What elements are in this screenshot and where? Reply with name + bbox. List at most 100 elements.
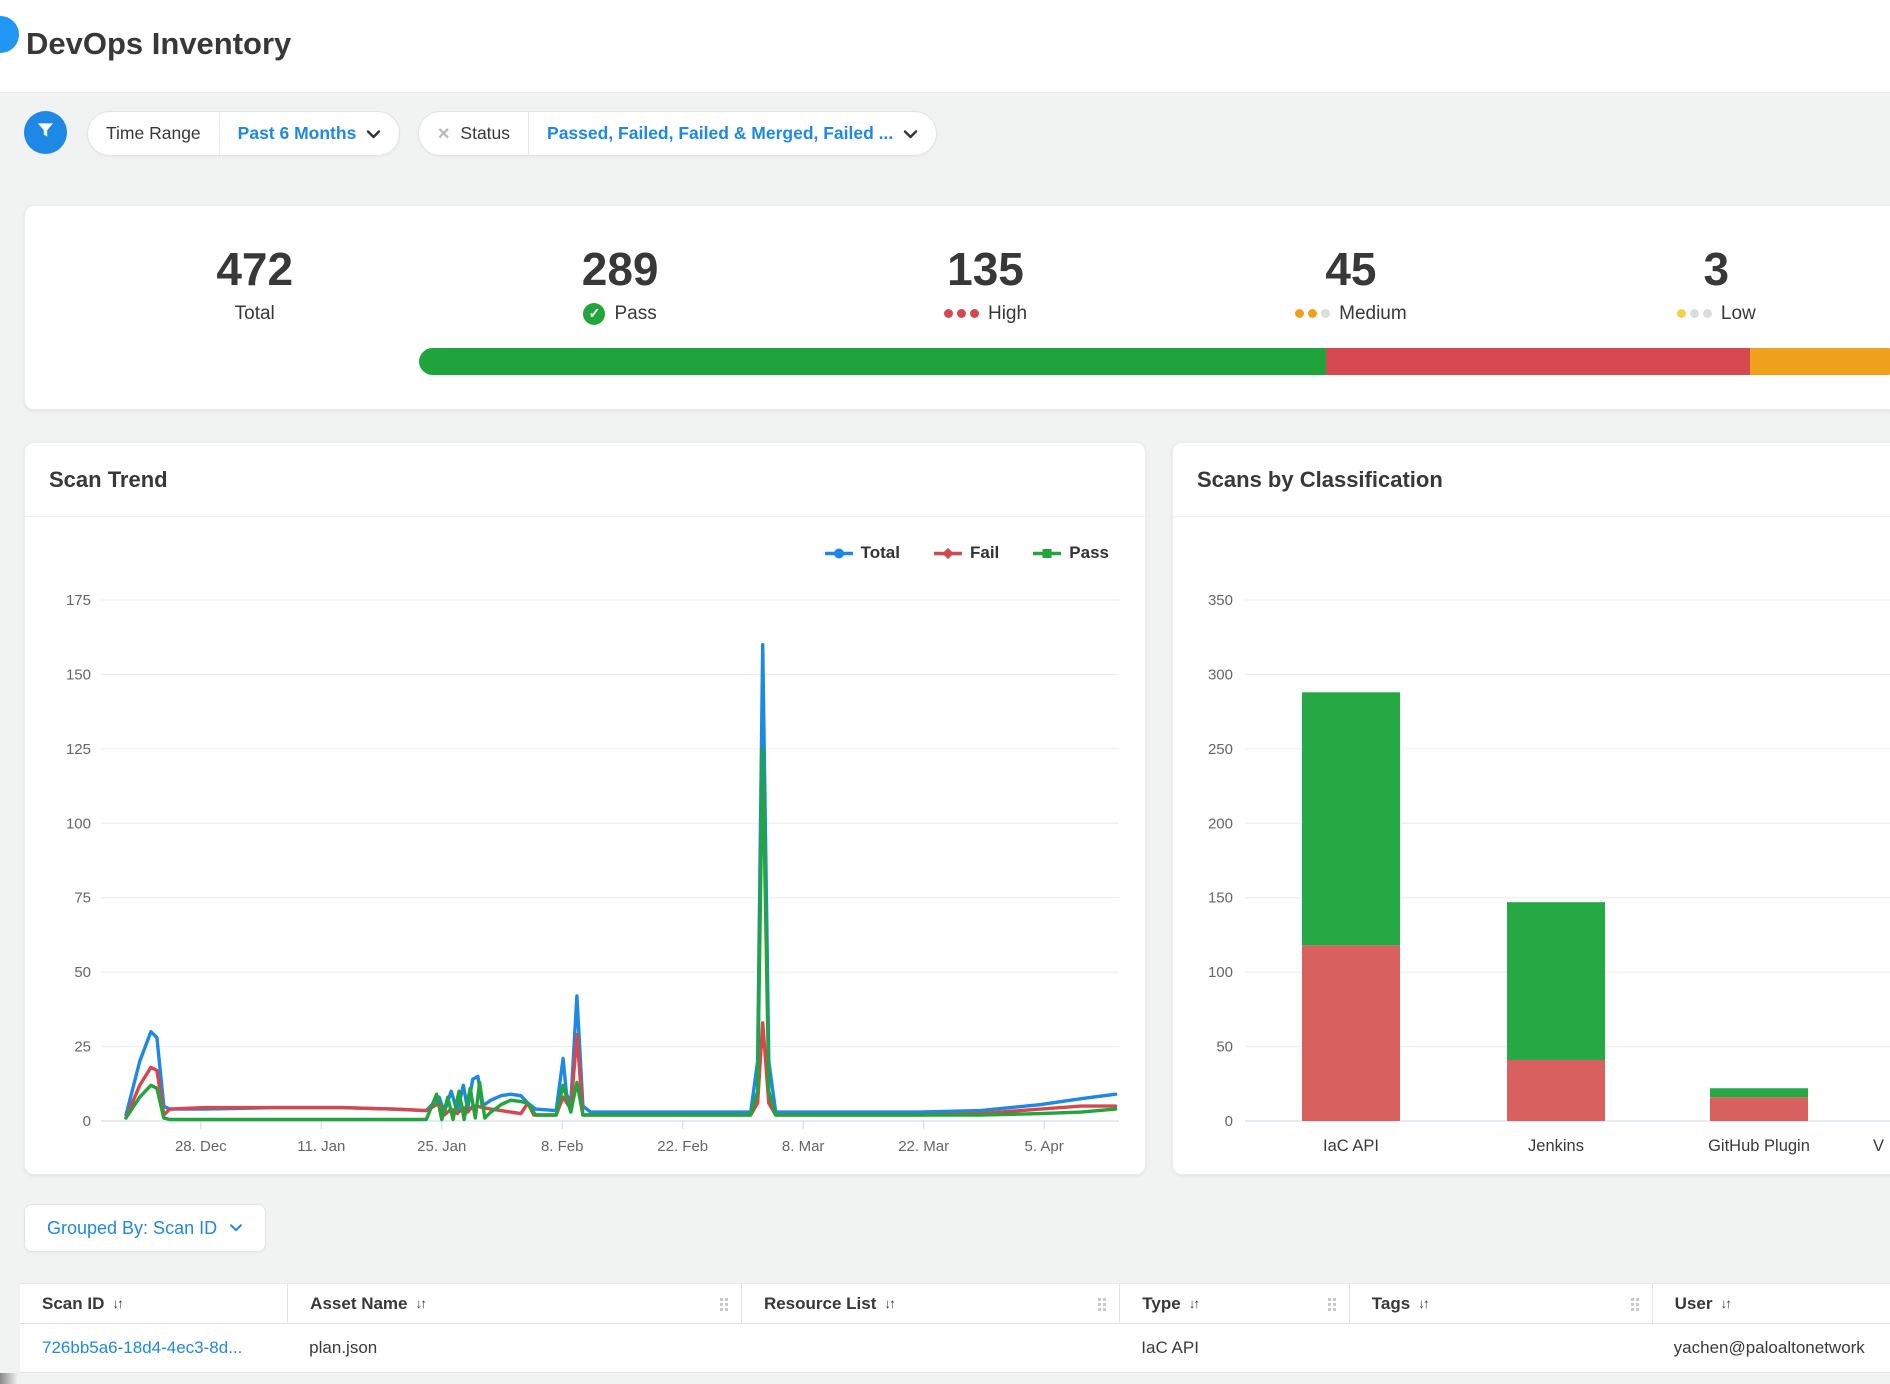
sort-icon[interactable]: ↓↑ <box>1189 1296 1199 1311</box>
medium-count: 45 <box>1325 244 1376 295</box>
filter-button[interactable] <box>24 111 67 154</box>
status-value-section[interactable]: Passed, Failed, Failed & Merged, Failed … <box>528 112 936 155</box>
column-label: Tags <box>1372 1294 1410 1314</box>
severity-dot <box>1321 309 1330 318</box>
svg-text:125: 125 <box>66 741 91 758</box>
column-header-tags[interactable]: Tags ↓↑ <box>1349 1284 1652 1323</box>
svg-text:22. Mar: 22. Mar <box>898 1138 949 1155</box>
asset-name-cell: plan.json <box>287 1324 741 1372</box>
bar-pass-IaC API[interactable] <box>1302 692 1400 945</box>
svg-text:50: 50 <box>1216 1039 1233 1056</box>
bar-segment-high <box>1326 348 1750 375</box>
severity-dot <box>957 309 966 318</box>
bar-fail-GitHub Plugin[interactable] <box>1710 1097 1808 1121</box>
column-header-resource-list[interactable]: Resource List ↓↑ <box>741 1284 1119 1323</box>
low-count: 3 <box>1704 244 1730 295</box>
status-label: Status <box>460 123 510 144</box>
column-label: User <box>1675 1294 1713 1314</box>
svg-text:Jenkins: Jenkins <box>1528 1137 1584 1155</box>
app-header: DevOps Inventory <box>0 0 1890 93</box>
clear-filter-icon[interactable]: ✕ <box>437 124 450 144</box>
scans-table: Scan ID↓↑Asset Name↓↑Resource List↓↑Type… <box>20 1283 1890 1373</box>
chevron-down-icon <box>229 1219 243 1237</box>
medium-label: Medium <box>1339 303 1407 325</box>
grouped-by-button[interactable]: Grouped By: Scan ID <box>24 1204 266 1252</box>
classification-card: Scans by Classification 0501001502002503… <box>1172 442 1890 1175</box>
severity-dots-low <box>1677 309 1712 318</box>
severity-dot <box>1690 309 1699 318</box>
svg-text:28. Dec: 28. Dec <box>175 1138 227 1155</box>
stat-pass: 289 ✓ Pass <box>437 244 802 325</box>
total-label: Total <box>235 303 275 325</box>
bar-fail-IaC API[interactable] <box>1302 945 1400 1121</box>
svg-text:V: V <box>1873 1137 1884 1155</box>
column-header-scan-id[interactable]: Scan ID ↓↑ <box>20 1284 287 1323</box>
time-range-filter[interactable]: Time Range Past 6 Months <box>87 111 400 156</box>
svg-text:8. Feb: 8. Feb <box>541 1138 584 1155</box>
classification-chart[interactable]: 050100150200250300350IaC APIJenkinsGitHu… <box>1173 443 1890 1176</box>
severity-dot <box>1308 309 1317 318</box>
table-row[interactable]: 726bb5a6-18d4-4ec3-8d...plan.json IaC API… <box>20 1324 1890 1373</box>
time-range-value-section[interactable]: Past 6 Months <box>219 112 400 155</box>
summary-card: 472 Total 289 ✓ Pass 135 High 45 Medium <box>24 205 1890 410</box>
column-label: Scan ID <box>42 1294 104 1314</box>
grouped-by-label: Grouped By: Scan ID <box>47 1218 217 1239</box>
bar-fail-Jenkins[interactable] <box>1507 1060 1605 1121</box>
svg-text:250: 250 <box>1208 741 1233 758</box>
svg-text:150: 150 <box>1208 890 1233 907</box>
bar-segment-pass <box>419 348 1326 375</box>
bar-pass-Jenkins[interactable] <box>1507 902 1605 1060</box>
column-header-type[interactable]: Type ↓↑ <box>1119 1284 1348 1323</box>
stat-medium: 45 Medium <box>1168 244 1533 325</box>
scan-trend-chart[interactable]: 025507510012515017528. Dec11. Jan25. Jan… <box>25 443 1147 1176</box>
check-circle-icon: ✓ <box>583 303 605 325</box>
time-range-label-section: Time Range <box>88 112 219 155</box>
sort-icon[interactable]: ↓↑ <box>112 1296 122 1311</box>
column-header-user[interactable]: User ↓↑ <box>1652 1284 1890 1323</box>
svg-text:22. Feb: 22. Feb <box>657 1138 708 1155</box>
series-total <box>126 645 1116 1115</box>
column-header-asset-name[interactable]: Asset Name ↓↑ <box>287 1284 741 1323</box>
svg-text:IaC API: IaC API <box>1323 1137 1379 1155</box>
svg-text:150: 150 <box>66 666 91 683</box>
sort-icon[interactable]: ↓↑ <box>884 1296 894 1311</box>
sort-icon[interactable]: ↓↑ <box>1418 1296 1428 1311</box>
severity-dot <box>1295 309 1304 318</box>
svg-text:200: 200 <box>1208 815 1233 832</box>
scan-id-link[interactable]: 726bb5a6-18d4-4ec3-8d... <box>20 1324 287 1372</box>
status-filter[interactable]: ✕ Status Passed, Failed, Failed & Merged… <box>418 111 937 156</box>
bar-pass-GitHub Plugin[interactable] <box>1710 1088 1808 1097</box>
user-cell: yachen@paloaltonetwork <box>1652 1324 1890 1372</box>
drag-handle-icon[interactable] <box>1328 1298 1331 1301</box>
total-count: 472 <box>216 244 293 295</box>
drag-handle-icon[interactable] <box>1631 1298 1634 1301</box>
svg-text:0: 0 <box>1225 1113 1233 1130</box>
sort-icon[interactable]: ↓↑ <box>1720 1296 1730 1311</box>
pass-label: Pass <box>614 303 656 325</box>
page-title: DevOps Inventory <box>26 26 291 62</box>
low-label: Low <box>1721 303 1756 325</box>
drag-handle-icon[interactable] <box>720 1298 723 1301</box>
status-value[interactable]: Passed, Failed, Failed & Merged, Failed … <box>547 123 893 144</box>
severity-dot <box>944 309 953 318</box>
scan-trend-card: Scan Trend TotalFailPass 025507510012515… <box>24 442 1146 1175</box>
table-header-row: Scan ID↓↑Asset Name↓↑Resource List↓↑Type… <box>20 1284 1890 1324</box>
severity-dot <box>970 309 979 318</box>
column-label: Type <box>1142 1294 1180 1314</box>
svg-text:25. Jan: 25. Jan <box>417 1138 466 1155</box>
time-range-value[interactable]: Past 6 Months <box>238 123 357 144</box>
sort-icon[interactable]: ↓↑ <box>416 1296 426 1311</box>
svg-text:350: 350 <box>1208 592 1233 609</box>
drag-handle-icon[interactable] <box>1098 1298 1101 1301</box>
pass-count: 289 <box>582 244 659 295</box>
severity-dot <box>1677 309 1686 318</box>
severity-distribution-bar <box>419 348 1890 375</box>
svg-text:0: 0 <box>83 1113 91 1130</box>
svg-text:175: 175 <box>66 592 91 609</box>
high-label: High <box>988 303 1027 325</box>
column-label: Asset Name <box>310 1294 407 1314</box>
high-count: 135 <box>947 244 1024 295</box>
svg-text:5. Apr: 5. Apr <box>1025 1138 1064 1155</box>
column-label: Resource List <box>764 1294 876 1314</box>
type-cell: IaC API <box>1119 1324 1348 1372</box>
